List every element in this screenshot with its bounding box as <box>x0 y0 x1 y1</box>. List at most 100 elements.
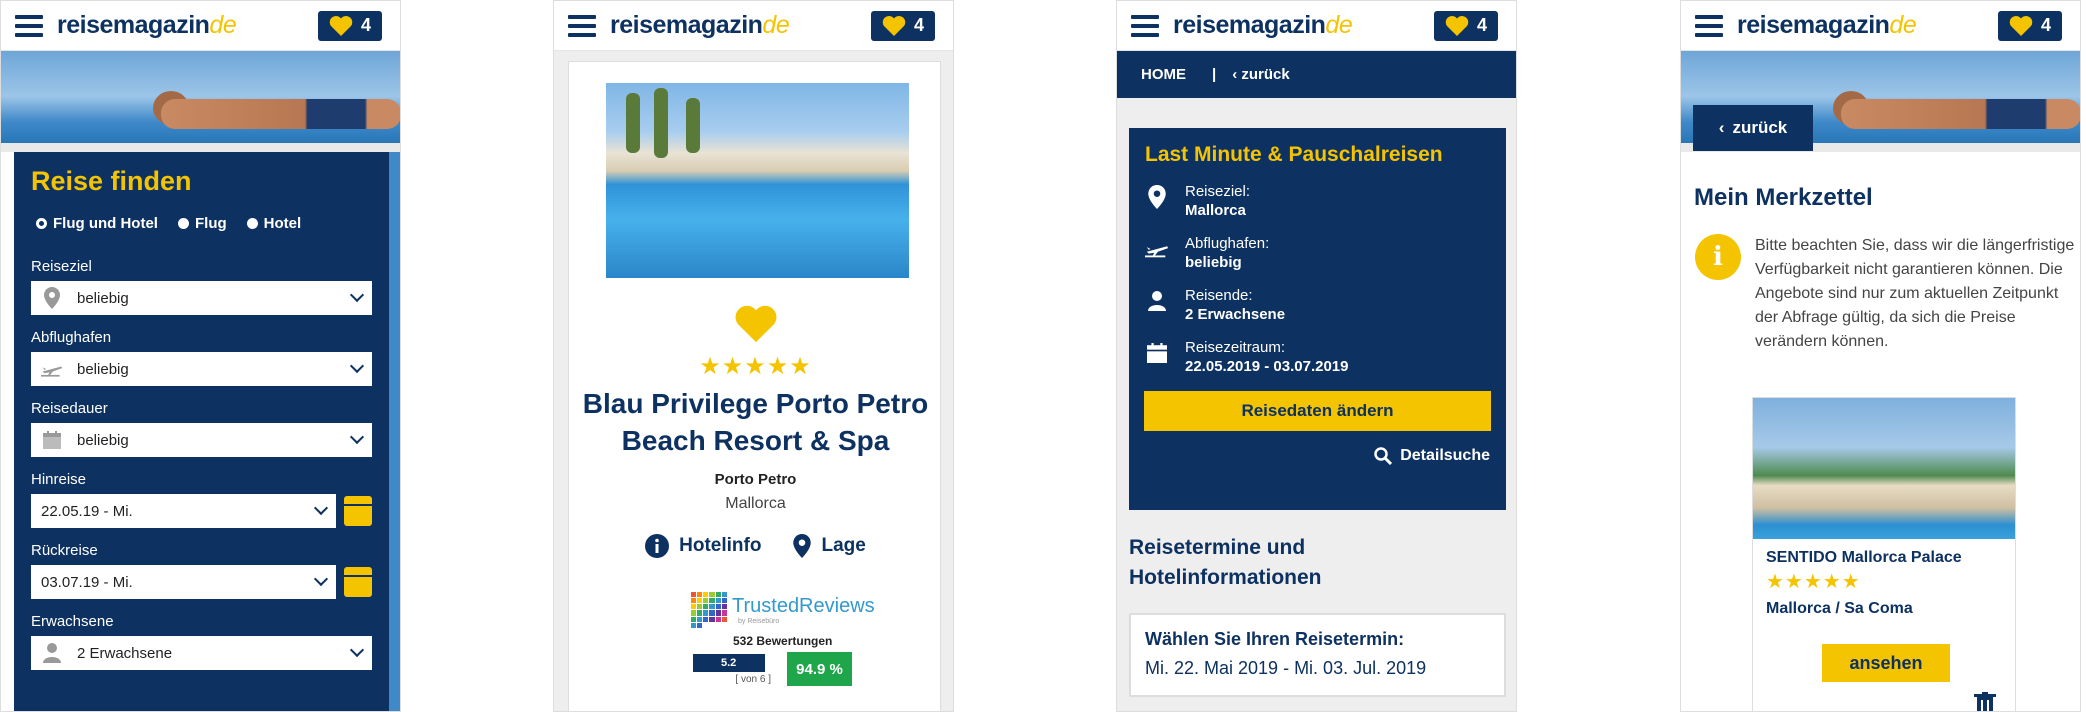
hotel-name[interactable]: SENTIDO Mallorca Palace <box>1766 549 2015 567</box>
notice: i Bitte beachten Sie, dass wir die länge… <box>1695 234 2075 354</box>
trusted-reviews-brand: TrustedReviews <box>732 595 875 617</box>
favorites-button[interactable]: 4 <box>1998 10 2062 41</box>
hotel-name-line1: Blau Privilege Porto Petro <box>582 388 929 419</box>
breadcrumb-separator: | <box>1212 66 1217 83</box>
hotel-card: ★★★★★ Blau Privilege Porto Petro Beach R… <box>568 61 941 711</box>
section-title: Reisetermine und Hotelinformationen <box>1129 536 1322 589</box>
hotel-image[interactable] <box>1753 398 2015 539</box>
score-bar: 5.2 <box>693 654 765 672</box>
screen-watchlist: reisemagazinde 4 ‹ zurück Mein Merkzettel… <box>1680 0 2081 712</box>
hotel-location: Mallorca / Sa Coma <box>1766 600 1913 617</box>
erwachsene-select[interactable]: 2 Erwachsene <box>31 636 372 670</box>
logo[interactable]: reisemagazinde <box>1737 11 1998 40</box>
heart-icon <box>2009 15 2033 36</box>
hinreise-select[interactable]: 22.05.19 - Mi. <box>31 494 336 528</box>
back-button[interactable]: ‹ zurück <box>1693 105 1813 151</box>
chevron-left-icon: ‹ <box>1718 118 1725 137</box>
info-icon: i <box>1695 234 1741 280</box>
abflughafen-select[interactable]: beliebig <box>31 352 372 386</box>
heart-icon[interactable] <box>734 304 778 344</box>
calendar-icon[interactable] <box>344 496 372 526</box>
form-title: Reise finden <box>31 166 192 196</box>
label-hinreise: Hinreise <box>31 471 87 488</box>
top-bar: reisemagazinde 4 <box>1 1 400 51</box>
search-summary-box: Last Minute & Pauschalreisen Reiseziel: M… <box>1129 128 1506 510</box>
logo[interactable]: reisemagazinde <box>610 11 871 40</box>
calendar-icon[interactable] <box>344 567 372 597</box>
person-icon <box>41 642 63 664</box>
saved-hotel-card: SENTIDO Mallorca Palace ★★★★★ Mallorca /… <box>1752 397 2016 712</box>
chevron-down-icon <box>349 429 365 445</box>
favorites-button[interactable]: 4 <box>1434 10 1498 41</box>
home-link[interactable]: HOME <box>1141 66 1186 83</box>
change-travel-data-button[interactable]: Reisedaten ändern <box>1144 391 1491 431</box>
radio-flug[interactable]: Flug <box>177 215 227 232</box>
person-icon <box>1145 289 1169 313</box>
menu-icon[interactable] <box>15 14 43 37</box>
radio-flug-hotel[interactable]: Flug und Hotel <box>36 215 158 232</box>
reisedauer-select[interactable]: beliebig <box>31 423 372 457</box>
info-reisezeitraum: Reisezeitraum: 22.05.2019 - 03.07.2019 <box>1145 339 1490 375</box>
top-bar: reisemagazinde 4 <box>1117 1 1516 51</box>
info-abflughafen: Abflughafen: beliebig <box>1145 235 1490 271</box>
search-icon <box>1374 447 1393 465</box>
hotel-city: Porto Petro <box>714 471 797 488</box>
logo[interactable]: reisemagazinde <box>57 11 318 40</box>
heart-icon <box>882 15 906 36</box>
info-reisende: Reisende: 2 Erwachsene <box>1145 287 1490 323</box>
trash-icon[interactable] <box>1974 692 1996 712</box>
trusted-reviews-sub: by Reisebüro <box>738 618 780 625</box>
search-form: Reise finden Flug und Hotel Flug Hotel R… <box>14 152 389 711</box>
calendar-icon <box>41 429 63 451</box>
menu-icon[interactable] <box>568 14 596 37</box>
hero-image <box>1 51 400 152</box>
termin-title: Wählen Sie Ihren Reisetermin: <box>1145 629 1405 649</box>
calendar-icon <box>1145 341 1169 365</box>
chevron-down-icon <box>313 571 329 587</box>
screen-search-summary: reisemagazinde 4 HOME | ‹ zurück Last Mi… <box>1116 0 1517 712</box>
reiseziel-select[interactable]: beliebig <box>31 281 372 315</box>
view-button[interactable]: ansehen <box>1822 644 1950 682</box>
rueckreise-select[interactable]: 03.07.19 - Mi. <box>31 565 336 599</box>
background-strip <box>389 152 400 711</box>
hotelinfo-link[interactable]: Hotelinfo <box>645 534 761 558</box>
chevron-down-icon <box>349 642 365 658</box>
location-pin-icon <box>793 534 812 558</box>
label-reiseziel: Reiseziel <box>31 258 92 275</box>
trip-type-radios: Flug und Hotel Flug Hotel <box>31 215 372 232</box>
top-bar: reisemagazinde 4 <box>1681 1 2080 51</box>
travel-date-select[interactable]: Wählen Sie Ihren Reisetermin: Mi. 22. Ma… <box>1129 613 1506 697</box>
label-reisedauer: Reisedauer <box>31 400 108 417</box>
logo[interactable]: reisemagazinde <box>1173 11 1434 40</box>
recommend-badge: 94.9 % <box>787 652 852 686</box>
info-icon <box>645 534 670 558</box>
hotel-region: Mallorca <box>725 495 786 512</box>
heart-icon <box>329 15 353 36</box>
lage-link[interactable]: Lage <box>793 534 866 558</box>
chevron-down-icon <box>349 287 365 303</box>
menu-icon[interactable] <box>1695 14 1723 37</box>
favorites-button[interactable]: 4 <box>318 10 382 41</box>
favorites-count: 4 <box>360 15 371 35</box>
plane-icon <box>41 358 63 380</box>
screen-search: reisemagazinde 4 Reise finden Flug und H… <box>0 0 401 712</box>
label-abflughafen: Abflughafen <box>31 329 112 346</box>
label-erwachsene: Erwachsene <box>31 613 114 630</box>
menu-icon[interactable] <box>1131 14 1159 37</box>
back-link[interactable]: ‹ zurück <box>1232 66 1290 83</box>
detail-search-link[interactable]: Detailsuche <box>1145 447 1490 465</box>
reviews-count: 532 Bewertungen <box>733 634 833 648</box>
star-rating: ★★★★★ <box>699 353 812 380</box>
hotel-image[interactable] <box>606 83 909 278</box>
termin-value: Mi. 22. Mai 2019 - Mi. 03. Jul. 2019 <box>1145 658 1427 678</box>
chevron-down-icon <box>313 500 329 516</box>
label-rueckreise: Rückreise <box>31 542 98 559</box>
favorites-button[interactable]: 4 <box>871 10 935 41</box>
chevron-down-icon <box>349 358 365 374</box>
heart-icon <box>1445 15 1469 36</box>
top-bar: reisemagazinde 4 <box>554 1 953 51</box>
radio-hotel[interactable]: Hotel <box>246 215 301 232</box>
score-of: [ von 6 ] <box>735 674 771 685</box>
location-pin-icon <box>1145 185 1169 209</box>
page-title: Mein Merkzettel <box>1694 184 1873 211</box>
